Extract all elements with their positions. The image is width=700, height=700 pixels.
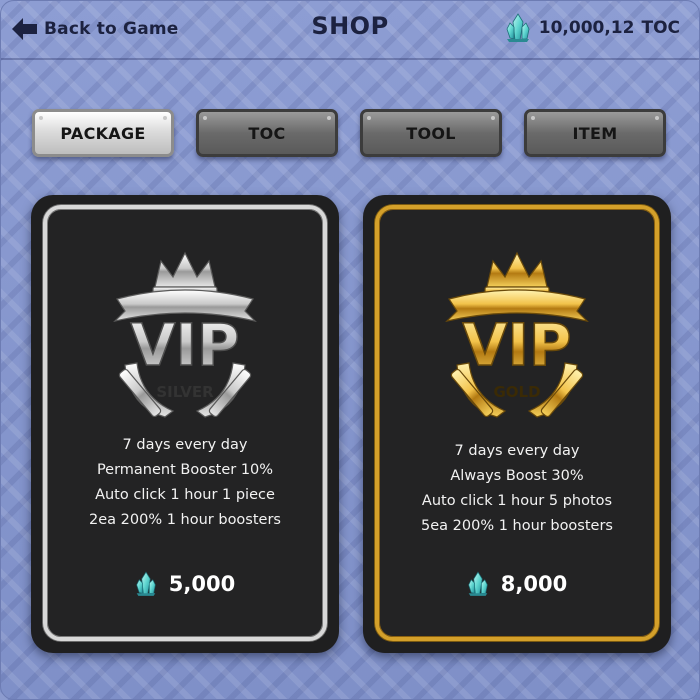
feature-list: 7 days every day Permanent Booster 10% A… <box>47 433 323 533</box>
top-bar: Back to Game SHOP 10,000,12 TOC <box>0 0 700 58</box>
feature-item: Always Boost 30% <box>450 468 584 484</box>
crystal-icon <box>135 571 157 597</box>
emblem-vip-text: VIP <box>131 311 240 379</box>
price-value: 8,000 <box>500 572 568 596</box>
balance-unit: TOC <box>641 18 680 38</box>
emblem-tier-text: SILVER <box>156 383 214 401</box>
tab-package-label: PACKAGE <box>60 123 146 143</box>
tab-toc-label: TOC <box>248 123 286 143</box>
crystal-icon <box>505 13 531 43</box>
vip-silver-package-card[interactable]: VIP SILVER 7 days every day Permanent Bo… <box>31 195 339 653</box>
price-button[interactable]: 8,000 <box>379 571 655 597</box>
tab-tool-label: TOOL <box>406 123 456 143</box>
feature-item: 7 days every day <box>122 437 248 453</box>
vip-silver-emblem-icon: VIP SILVER <box>95 247 275 419</box>
feature-item: 2ea 200% 1 hour boosters <box>89 512 281 528</box>
vip-gold-emblem-icon: VIP GOLD <box>427 247 607 419</box>
feature-item: Permanent Booster 10% <box>96 462 274 478</box>
tab-item-label: ITEM <box>572 123 618 143</box>
currency-balance: 10,000,12 TOC <box>505 13 680 43</box>
card-frame: VIP SILVER 7 days every day Permanent Bo… <box>43 205 327 641</box>
vip-gold-package-card[interactable]: VIP GOLD 7 days every day Always Boost 3… <box>363 195 671 653</box>
tab-item[interactable]: ITEM <box>524 109 666 157</box>
back-to-game-label: Back to Game <box>44 19 179 39</box>
card-frame: VIP GOLD 7 days every day Always Boost 3… <box>375 205 659 641</box>
feature-item: 7 days every day <box>454 443 580 459</box>
price-button[interactable]: 5,000 <box>47 571 323 597</box>
emblem-tier-text: GOLD <box>493 383 540 401</box>
balance-amount: 10,000,12 <box>538 18 635 38</box>
crystal-icon <box>467 571 489 597</box>
tab-package[interactable]: PACKAGE <box>32 109 174 157</box>
header-divider <box>0 58 700 60</box>
tab-toc[interactable]: TOC <box>196 109 338 157</box>
emblem-vip-text: VIP <box>463 311 572 379</box>
back-to-game-button[interactable]: Back to Game <box>12 14 179 44</box>
feature-list: 7 days every day Always Boost 30% Auto c… <box>379 439 655 539</box>
arrow-left-icon <box>12 18 37 40</box>
price-value: 5,000 <box>168 572 236 596</box>
tab-tool[interactable]: TOOL <box>360 109 502 157</box>
feature-item: Auto click 1 hour 1 piece <box>95 487 275 503</box>
feature-item: 5ea 200% 1 hour boosters <box>421 518 613 534</box>
feature-item: Auto click 1 hour 5 photos <box>421 493 613 509</box>
